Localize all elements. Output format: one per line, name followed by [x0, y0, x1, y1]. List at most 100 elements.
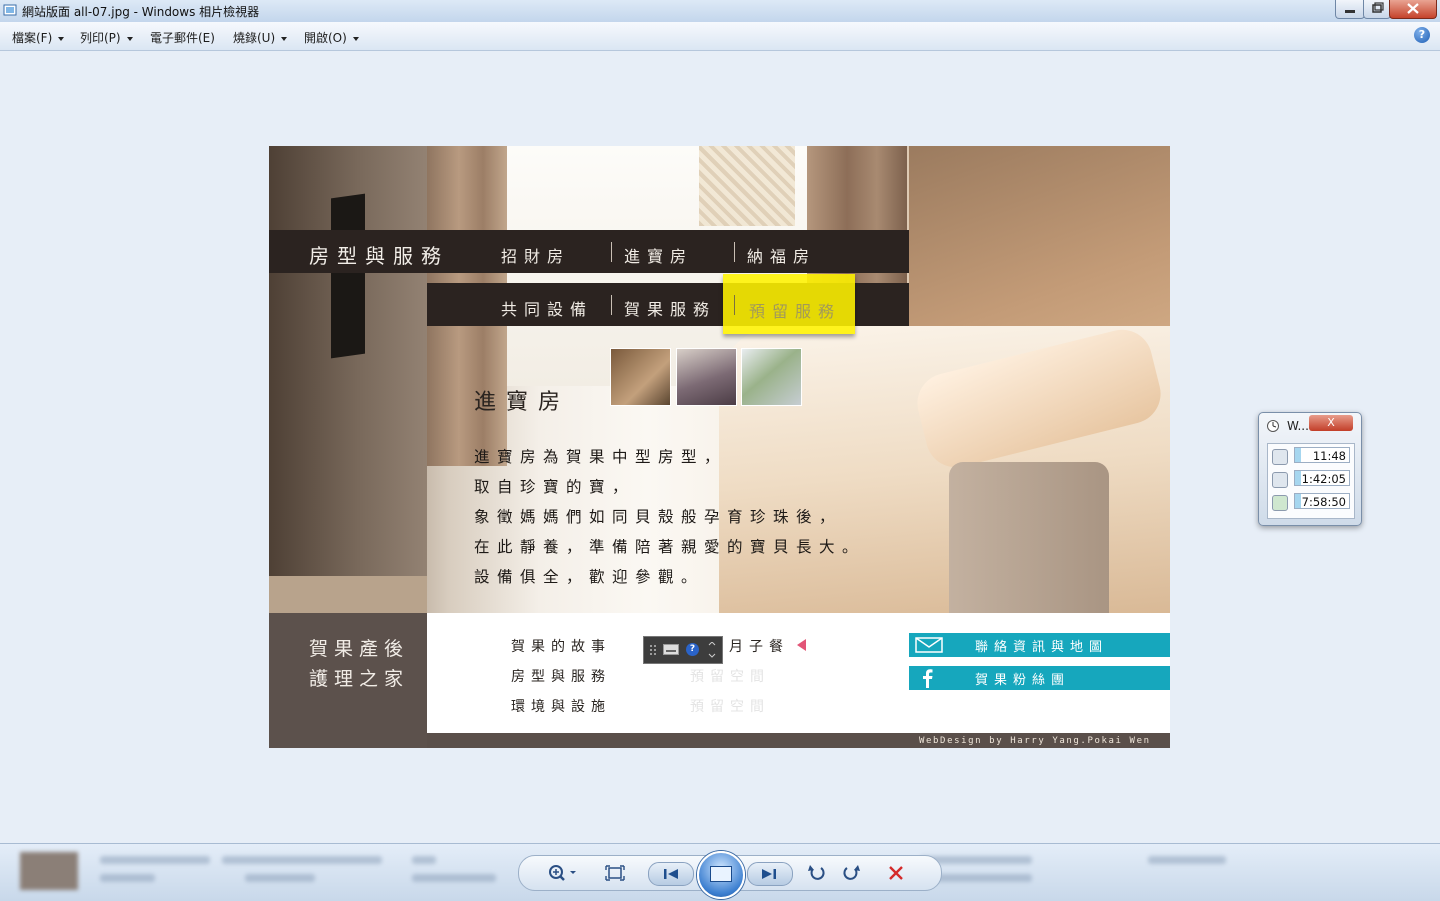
gadget-row-mouse: 11:48 [1272, 447, 1352, 465]
brand-line: 賀果產後 [309, 638, 410, 660]
displayed-image: 房型與服務 招財房 進寶房 納福房 共同設備 賀果服務 預留服務 進寶房 進寶房… [269, 146, 1170, 748]
rotate-ccw-button[interactable] [804, 862, 830, 884]
chevron-down-icon [126, 36, 133, 41]
nav-item-jinbao[interactable]: 進寶房 [624, 243, 693, 267]
skip-forward-icon [762, 869, 776, 879]
zoom-button[interactable] [544, 862, 580, 884]
footer-placeholder: 預留空間 [690, 669, 770, 685]
nav-divider [611, 295, 612, 315]
gadget-close-button[interactable]: X [1309, 415, 1353, 431]
menu-open[interactable]: 開啟(O) [304, 29, 359, 46]
help-icon[interactable]: ? [1414, 27, 1430, 43]
chevron-down-icon [58, 36, 65, 41]
photo-viewer-icon [3, 4, 17, 16]
blur-text [1148, 856, 1226, 864]
fan-page-button[interactable]: 賀果粉絲團 [909, 666, 1170, 690]
room-description: 進寶房為賀果中型房型， 取自珍寶的寶， 象徵媽媽們如同貝殼般孕育珍珠後， 在此靜… [474, 442, 865, 592]
delete-button[interactable] [883, 862, 909, 884]
contact-map-button[interactable]: 聯絡資訊與地圖 [909, 633, 1170, 657]
menu-file[interactable]: 檔案(F) [12, 29, 65, 46]
blur-text [222, 856, 382, 864]
blur-text [100, 856, 210, 864]
footer-link-meals[interactable]: 月子餐 [729, 636, 789, 656]
footer-placeholder: 預留空間 [690, 699, 770, 715]
design-credit: WebDesign by Harry Yang.Pokai Wen [919, 736, 1151, 746]
minimize-button[interactable] [1335, 0, 1365, 19]
blur-text [412, 856, 436, 864]
previous-button[interactable] [648, 862, 694, 886]
restore-icon [1372, 2, 1384, 13]
photo-tv [331, 193, 365, 359]
window-titlebar[interactable]: 網站版面 all-07.jpg - Windows 相片檢視器 [0, 0, 1440, 22]
menu-print[interactable]: 列印(P) [80, 29, 133, 46]
gadget-app-icon [1267, 420, 1279, 432]
gadget-value: 1:42:05 [1294, 470, 1350, 486]
slideshow-button[interactable] [697, 851, 745, 899]
menu-email[interactable]: 電子郵件(E) [150, 29, 215, 46]
nav-item-facilities[interactable]: 共同設備 [501, 296, 593, 320]
keyboard-icon[interactable] [663, 644, 679, 655]
footer-link-environment[interactable]: 環境與設施 [511, 696, 611, 716]
next-button[interactable] [747, 862, 793, 886]
description-line: 設備俱全，歡迎參觀。 [474, 568, 705, 586]
envelope-icon [915, 637, 943, 653]
blur-text [412, 874, 496, 882]
delete-icon [889, 866, 903, 880]
chevron-down-icon [281, 36, 288, 41]
contact-button-label: 聯絡資訊與地圖 [975, 640, 1109, 655]
menu-burn[interactable]: 燒錄(U) [233, 29, 288, 46]
nav-divider [611, 242, 612, 262]
actual-size-button[interactable] [602, 862, 628, 884]
nav-item-services[interactable]: 賀果服務 [624, 296, 716, 320]
brand-name: 賀果產後 護理之家 [309, 634, 409, 694]
room-thumbnail[interactable] [610, 348, 671, 406]
gadget-title: W... [1287, 419, 1309, 433]
chevron-down-icon[interactable] [707, 642, 717, 658]
drag-handle-icon [650, 645, 656, 655]
description-line: 取自珍寶的寶， [474, 478, 636, 496]
time-tracker-gadget[interactable]: W... X 11:48 1:42:05 7:58:50 [1258, 412, 1362, 526]
nav-item-reserved[interactable]: 預留服務 [749, 298, 841, 322]
gadget-panel: 11:48 1:42:05 7:58:50 [1267, 443, 1355, 519]
ime-toolbar[interactable]: ? [643, 636, 723, 664]
room-thumbnail[interactable] [676, 348, 737, 406]
slideshow-icon [710, 866, 732, 882]
rotate-left-icon [808, 865, 825, 880]
menu-bar: 檔案(F) 列印(P) 電子郵件(E) 燒錄(U) 開啟(O) [0, 22, 1440, 51]
nav-title: 房型與服務 [309, 244, 449, 268]
gadget-row-keyboard: 1:42:05 [1272, 470, 1352, 488]
rotate-cw-button[interactable] [838, 862, 864, 884]
room-thumbnail[interactable] [741, 348, 802, 406]
description-line: 象徵媽媽們如同貝殼般孕育珍珠後， [474, 508, 843, 526]
nav-divider [734, 295, 735, 315]
nav-item-zhaocai[interactable]: 招財房 [501, 243, 570, 267]
minimize-icon [1345, 10, 1355, 13]
room-title: 進寶房 [474, 390, 571, 415]
facebook-icon [923, 669, 933, 688]
description-line: 在此靜養，準備陪著親愛的寶貝長大。 [474, 538, 866, 556]
mouse-icon [1272, 449, 1288, 465]
help-icon[interactable]: ? [686, 643, 699, 656]
maximize-button[interactable] [1363, 0, 1391, 19]
fit-window-icon [605, 865, 625, 881]
rotate-right-icon [843, 865, 860, 880]
photo-building [699, 146, 795, 226]
description-line: 進寶房為賀果中型房型， [474, 448, 728, 466]
gadget-row-logon: 7:58:50 [1272, 493, 1352, 511]
fans-button-label: 賀果粉絲團 [975, 673, 1071, 688]
chevron-down-icon [352, 36, 359, 41]
window-title: 網站版面 all-07.jpg - Windows 相片檢視器 [22, 5, 260, 19]
zoom-icon [549, 865, 576, 881]
blur-text [100, 874, 155, 882]
arrow-left-icon [797, 639, 806, 651]
nav-divider [734, 242, 735, 262]
close-icon [1407, 3, 1419, 14]
close-button[interactable] [1389, 0, 1437, 19]
footer-link-rooms[interactable]: 房型與服務 [511, 666, 611, 686]
footer-link-story[interactable]: 賀果的故事 [511, 636, 611, 656]
keyboard-icon [1272, 472, 1288, 488]
nav-item-nafu[interactable]: 納福房 [747, 243, 816, 267]
photo-chair [949, 462, 1109, 613]
photo-floor [269, 576, 427, 613]
logon-icon [1272, 495, 1288, 511]
